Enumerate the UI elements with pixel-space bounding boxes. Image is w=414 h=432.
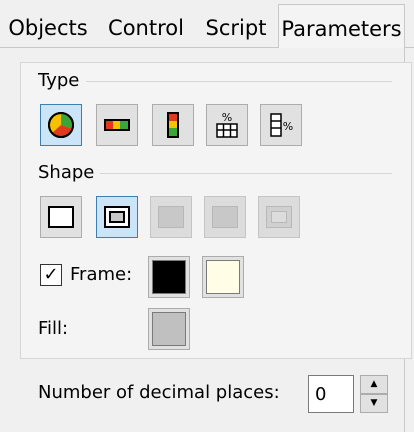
shape-separator: [100, 173, 392, 174]
plain-frame-icon: [48, 206, 74, 228]
arrow-up-icon: ▲: [370, 379, 378, 389]
fill-label: Fill:: [38, 318, 69, 339]
decimal-places-spinner: ▲ ▼: [360, 375, 388, 413]
decimal-places-input[interactable]: [308, 375, 354, 413]
sunken-frame-icon: [158, 206, 184, 228]
raised-frame-icon: [212, 206, 238, 228]
tab-objects[interactable]: Objects: [2, 8, 94, 48]
shape-inset-frame-button[interactable]: [258, 196, 300, 238]
shape-label: Shape: [36, 162, 97, 184]
percent-stack-icon: %: [216, 111, 238, 138]
tab-control[interactable]: Control: [100, 8, 192, 48]
frame-background-color-button[interactable]: [202, 256, 244, 298]
spin-up-button[interactable]: ▲: [360, 375, 388, 394]
svg-text:%: %: [222, 111, 232, 124]
shape-double-frame-button[interactable]: [96, 196, 138, 238]
type-pie-chart-button[interactable]: [40, 104, 82, 146]
arrow-down-icon: ▼: [370, 398, 378, 408]
shape-sunken-frame-button[interactable]: [150, 196, 192, 238]
checkmark-icon: ✓: [43, 264, 59, 285]
tab-parameters[interactable]: Parameters: [278, 4, 405, 48]
frame-background-swatch: [206, 260, 240, 294]
double-frame-icon: [104, 206, 130, 228]
decimal-places-label: Number of decimal places:: [38, 382, 280, 403]
pie-chart-icon: [48, 112, 74, 138]
spin-down-button[interactable]: ▼: [360, 394, 388, 413]
type-percent-stack-button[interactable]: %: [206, 104, 248, 146]
frame-checkbox[interactable]: ✓: [40, 264, 62, 286]
vertical-bar-gauge-icon: [167, 112, 179, 138]
fill-color-button[interactable]: [148, 308, 190, 350]
svg-text:%: %: [283, 120, 293, 133]
shape-plain-frame-button[interactable]: [40, 196, 82, 238]
tab-script[interactable]: Script: [198, 8, 274, 48]
horizontal-bar-gauge-icon: [104, 119, 130, 131]
percent-table-icon: %: [270, 113, 293, 137]
inset-frame-icon: [266, 206, 292, 228]
fill-color-swatch: [152, 312, 186, 346]
shape-raised-frame-button[interactable]: [204, 196, 246, 238]
frame-color-button[interactable]: [148, 256, 190, 298]
type-label: Type: [36, 70, 82, 92]
type-percent-table-button[interactable]: %: [260, 104, 302, 146]
tab-strip: Objects Control Script Parameters: [0, 0, 414, 48]
type-separator: [86, 81, 392, 82]
frame-color-swatch: [152, 260, 186, 294]
frame-label: Frame:: [70, 264, 133, 285]
type-horizontal-bar-button[interactable]: [96, 104, 138, 146]
type-vertical-bar-button[interactable]: [152, 104, 194, 146]
